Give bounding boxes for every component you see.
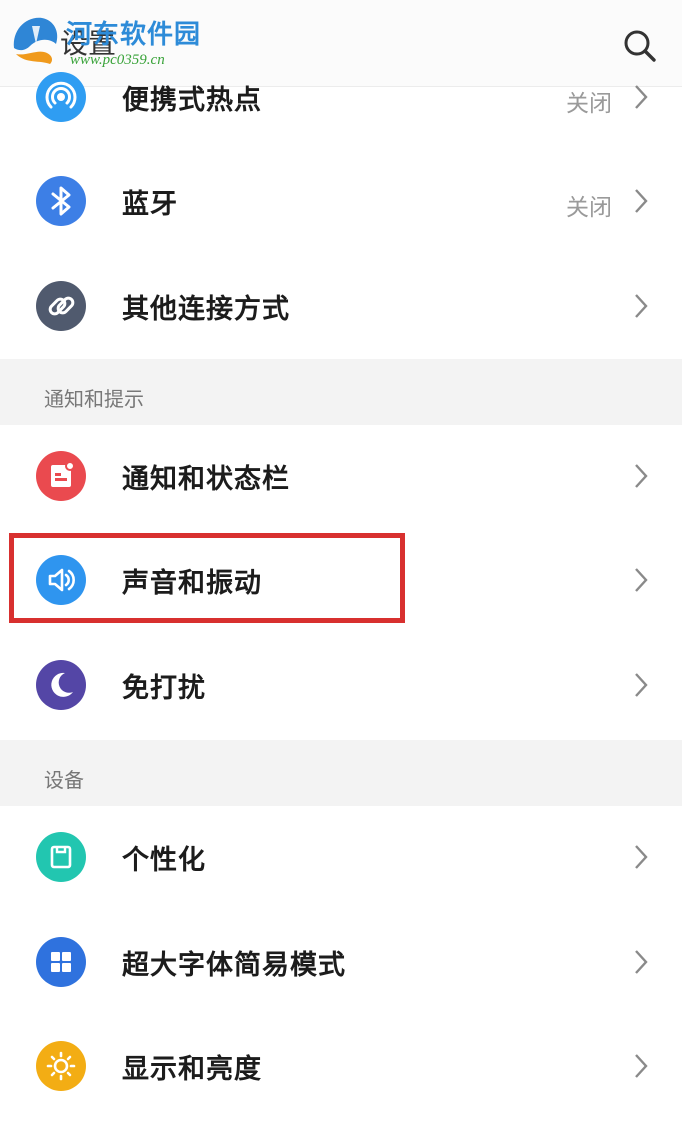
- settings-item-do-not-disturb[interactable]: 免打扰: [0, 634, 682, 738]
- section-title: 设备: [44, 768, 84, 792]
- highlight-box: [9, 533, 405, 623]
- section-title: 通知和提示: [44, 387, 144, 411]
- settings-item-other-connections[interactable]: 其他连接方式: [0, 255, 682, 359]
- settings-item-label: 便携式热点: [122, 85, 262, 116]
- settings-item-label: 通知和状态栏: [122, 464, 290, 495]
- settings-item-display-brightness[interactable]: 显示和亮度: [0, 1015, 682, 1119]
- chevron-right-icon: [634, 463, 648, 489]
- section-header-device: 设备: [0, 740, 682, 806]
- chevron-right-icon: [634, 293, 648, 319]
- chevron-right-icon: [634, 949, 648, 975]
- settings-item-label: 显示和亮度: [122, 1054, 262, 1085]
- moon-icon: [36, 660, 86, 710]
- chevron-right-icon: [634, 188, 648, 214]
- settings-item-label: 免打扰: [122, 673, 206, 704]
- settings-item-label: 其他连接方式: [122, 294, 290, 325]
- hotspot-icon: [36, 72, 86, 122]
- settings-item-large-font-mode[interactable]: 超大字体简易模式: [0, 911, 682, 1015]
- grid-icon: [36, 937, 86, 987]
- bluetooth-icon: [36, 176, 86, 226]
- settings-item-label: 个性化: [122, 845, 206, 876]
- settings-item-label: 超大字体简易模式: [122, 950, 346, 981]
- chevron-right-icon: [634, 1053, 648, 1079]
- settings-item-notifications-statusbar[interactable]: 通知和状态栏: [0, 425, 682, 529]
- sun-icon: [36, 1041, 86, 1091]
- chevron-right-icon: [634, 672, 648, 698]
- status-value: 关闭: [566, 91, 612, 117]
- chevron-right-icon: [634, 844, 648, 870]
- personalize-icon: [36, 832, 86, 882]
- chevron-right-icon: [634, 567, 648, 593]
- settings-item-bluetooth[interactable]: 蓝牙 关闭: [0, 150, 682, 254]
- link-icon: [36, 281, 86, 331]
- notification-icon: [36, 451, 86, 501]
- settings-item-label: 蓝牙: [122, 189, 178, 220]
- status-value: 关闭: [566, 195, 612, 221]
- chevron-right-icon: [634, 84, 648, 110]
- settings-item-personalization[interactable]: 个性化: [0, 806, 682, 910]
- section-header-notifications: 通知和提示: [0, 359, 682, 425]
- settings-item-hotspot[interactable]: 便携式热点 关闭: [0, 46, 682, 150]
